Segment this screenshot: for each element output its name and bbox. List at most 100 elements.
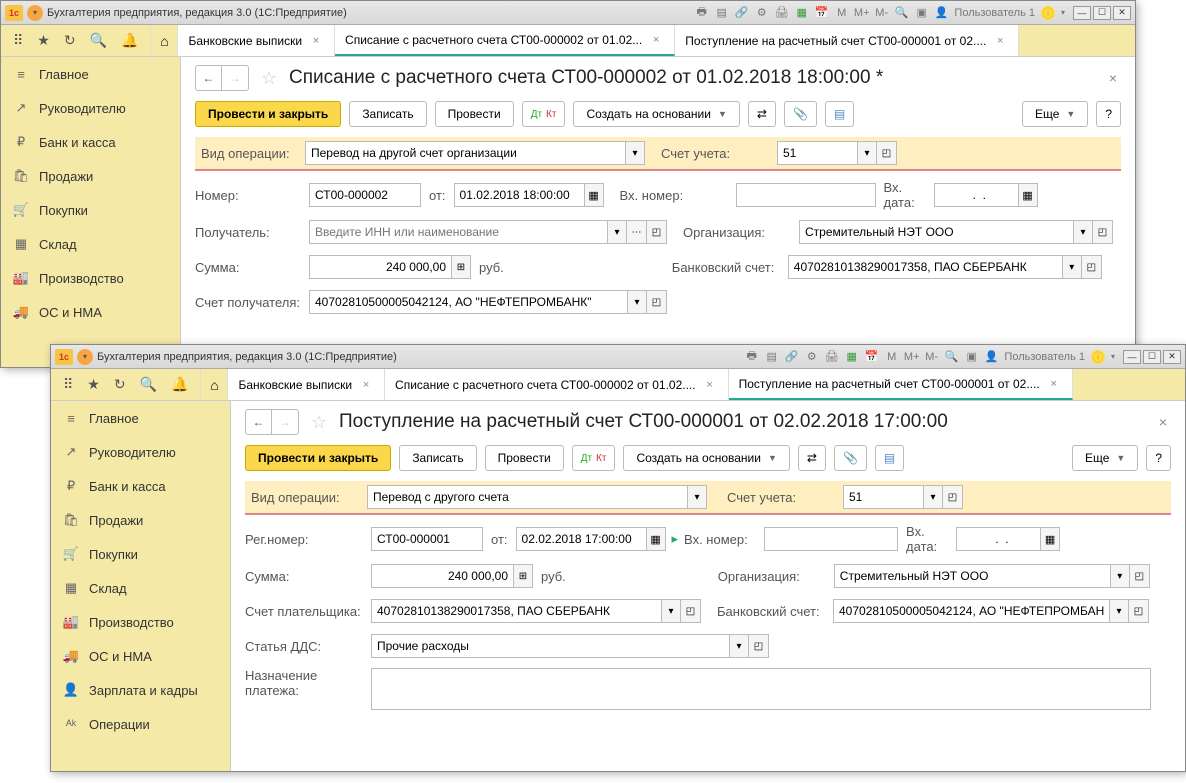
nav-operations[interactable]: ᴬᵏОперации xyxy=(51,707,230,741)
user-label[interactable]: Пользователь 1 xyxy=(1004,351,1085,363)
star-icon[interactable]: ☆ xyxy=(307,410,331,434)
user-label[interactable]: Пользователь 1 xyxy=(954,7,1035,19)
info-icon[interactable]: ⓘ xyxy=(1091,350,1105,364)
dropdown-icon[interactable]: ▾ xyxy=(1109,599,1129,623)
forward-button[interactable]: → xyxy=(272,410,298,434)
nav-manager[interactable]: ↗Руководителю xyxy=(51,435,230,469)
app-menu-button[interactable]: ▾ xyxy=(27,5,43,21)
payeracc-input[interactable] xyxy=(371,599,661,623)
close-icon[interactable]: × xyxy=(308,33,324,49)
tab-bank-statements[interactable]: Банковские выписки × xyxy=(178,25,335,56)
dropdown-icon[interactable]: ▾ xyxy=(625,141,645,165)
dropdown-icon[interactable]: ▾ xyxy=(607,220,627,244)
ellipsis-icon[interactable]: ⋯ xyxy=(627,220,647,244)
maximize-button[interactable]: ☐ xyxy=(1143,350,1161,364)
calendar-icon[interactable]: ▦ xyxy=(646,527,666,551)
forward-button[interactable]: → xyxy=(222,66,248,90)
more-button[interactable]: Еще▼ xyxy=(1022,101,1088,127)
nav-warehouse[interactable]: ▦Склад xyxy=(51,571,230,605)
open-icon[interactable]: ◰ xyxy=(1082,255,1102,279)
post-button[interactable]: Провести xyxy=(485,445,564,471)
date-input[interactable] xyxy=(516,527,646,551)
nav-main[interactable]: ≡Главное xyxy=(51,401,230,435)
open-icon[interactable]: ◰ xyxy=(943,485,963,509)
close-page-button[interactable]: × xyxy=(1155,410,1171,434)
calculator-icon[interactable]: ⊞ xyxy=(451,255,471,279)
close-icon[interactable]: × xyxy=(1046,376,1062,392)
calendar-icon[interactable]: ▦ xyxy=(584,183,604,207)
attach-button[interactable]: 📎 xyxy=(784,101,817,127)
nav-sales[interactable]: 🛍Продажи xyxy=(51,503,230,537)
favorite-icon[interactable]: ★ xyxy=(37,32,50,49)
print2-icon[interactable]: 🖨 xyxy=(825,350,839,364)
nav-purchases[interactable]: 🛒Покупки xyxy=(51,537,230,571)
mplus-icon[interactable]: M+ xyxy=(905,350,919,364)
bell-icon[interactable]: 🔔 xyxy=(171,376,188,393)
tab-receipt[interactable]: Поступление на расчетный счет СТ00-00000… xyxy=(729,369,1073,400)
account-input[interactable] xyxy=(777,141,857,165)
create-based-button[interactable]: Создать на основании▼ xyxy=(623,445,789,471)
nav-assets[interactable]: 🚚ОС и НМА xyxy=(1,295,180,329)
open-icon[interactable]: ◰ xyxy=(681,599,701,623)
bell-icon[interactable]: 🔔 xyxy=(121,32,138,49)
open-icon[interactable]: ◰ xyxy=(749,634,769,658)
print2-icon[interactable]: 🖨 xyxy=(775,6,789,20)
purpose-input[interactable] xyxy=(371,668,1151,710)
link-icon[interactable]: 🔗 xyxy=(785,350,799,364)
sum-input[interactable] xyxy=(371,564,513,588)
cal1-icon[interactable]: ▦ xyxy=(845,350,859,364)
dropdown-icon[interactable]: ▾ xyxy=(1110,564,1130,588)
close-button[interactable]: ✕ xyxy=(1163,350,1181,364)
structure-button[interactable]: ⇄ xyxy=(748,101,776,127)
close-icon[interactable]: × xyxy=(702,377,718,393)
titlebar[interactable]: 1c ▾ Бухгалтерия предприятия, редакция 3… xyxy=(51,345,1185,369)
mminus-icon[interactable]: M- xyxy=(875,6,889,20)
nav-production[interactable]: 🏭Производство xyxy=(1,261,180,295)
extdate-input[interactable] xyxy=(956,527,1040,551)
back-button[interactable]: ← xyxy=(246,410,272,434)
bankacc-input[interactable] xyxy=(788,255,1062,279)
nav-sales[interactable]: 🛍Продажи xyxy=(1,159,180,193)
org-input[interactable] xyxy=(799,220,1073,244)
m-icon[interactable]: M xyxy=(835,6,849,20)
calculator-icon[interactable]: ⊞ xyxy=(513,564,533,588)
dropdown-icon[interactable]: ▾ xyxy=(661,599,681,623)
back-button[interactable]: ← xyxy=(196,66,222,90)
calc-icon[interactable]: ⚙ xyxy=(755,6,769,20)
minimize-button[interactable]: — xyxy=(1073,6,1091,20)
bankacc-input[interactable] xyxy=(833,599,1109,623)
open-icon[interactable]: ◰ xyxy=(1130,564,1150,588)
cal2-icon[interactable]: 📅 xyxy=(865,350,879,364)
apps-icon[interactable]: ⠿ xyxy=(13,32,23,49)
open-icon[interactable]: ◰ xyxy=(647,290,667,314)
sum-input[interactable] xyxy=(309,255,451,279)
write-button[interactable]: Записать xyxy=(349,101,426,127)
nav-production[interactable]: 🏭Производство xyxy=(51,605,230,639)
calendar-icon[interactable]: ▦ xyxy=(1040,527,1060,551)
app-menu-button[interactable]: ▾ xyxy=(77,349,93,365)
tab-bank-statements[interactable]: Банковские выписки × xyxy=(228,369,385,400)
minimize-button[interactable]: — xyxy=(1123,350,1141,364)
post-close-button[interactable]: Провести и закрыть xyxy=(245,445,391,471)
post-button[interactable]: Провести xyxy=(435,101,514,127)
close-page-button[interactable]: × xyxy=(1105,66,1121,90)
nav-main[interactable]: ≡Главное xyxy=(1,57,180,91)
open-icon[interactable]: ◰ xyxy=(877,141,897,165)
org-input[interactable] xyxy=(834,564,1110,588)
date-input[interactable] xyxy=(454,183,584,207)
apps-icon[interactable]: ⠿ xyxy=(63,376,73,393)
help-button[interactable]: ? xyxy=(1096,101,1121,127)
doc-icon[interactable]: ▤ xyxy=(765,350,779,364)
home-tab[interactable]: ⌂ xyxy=(150,25,178,56)
favorite-icon[interactable]: ★ xyxy=(87,376,100,393)
write-button[interactable]: Записать xyxy=(399,445,476,471)
create-based-button[interactable]: Создать на основании▼ xyxy=(573,101,739,127)
tab-writeoff[interactable]: Списание с расчетного счета СТ00-000002 … xyxy=(335,25,675,56)
account-input[interactable] xyxy=(843,485,923,509)
dropdown-icon[interactable]: ▾ xyxy=(923,485,943,509)
open-icon[interactable]: ◰ xyxy=(647,220,667,244)
dtkt-button[interactable]: ДтКт xyxy=(572,445,616,471)
info-icon[interactable]: ⓘ xyxy=(1041,6,1055,20)
close-icon[interactable]: × xyxy=(992,33,1008,49)
star-icon[interactable]: ☆ xyxy=(257,66,281,90)
